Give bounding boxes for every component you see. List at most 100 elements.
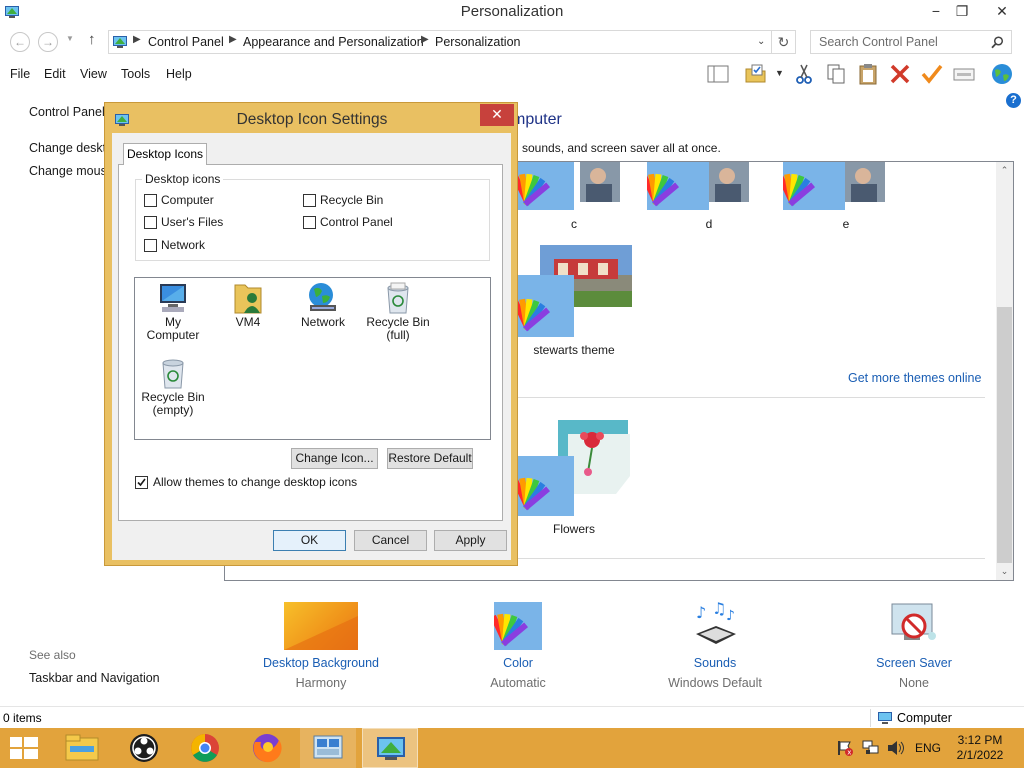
apply-button[interactable]: Apply [434,530,507,551]
globe-icon[interactable] [990,62,1014,86]
restore-default-button[interactable]: Restore Default [387,448,473,469]
recycle-bin-checkbox[interactable] [303,194,316,207]
taskbar-navigation-link[interactable]: Taskbar and Navigation [29,671,160,685]
icon-item-recycle-bin-full[interactable]: Recycle Bin (full) [362,280,434,342]
taskbar-app-personalization[interactable] [362,728,418,768]
desktop-icon-list[interactable]: My Computer VM4 Network Recycle Bin (ful… [134,277,491,440]
theme-stewarts-thumbnail[interactable] [512,245,634,337]
desktop-background-link[interactable]: Desktop Background [246,656,396,670]
breadcrumb-appearance[interactable]: Appearance and Personalization [243,35,424,49]
address-bar[interactable]: ▶ Control Panel ▶ Appearance and Persona… [108,30,772,54]
get-more-themes-link[interactable]: Get more themes online [848,371,981,385]
users-files-checkbox[interactable] [144,216,157,229]
ok-button[interactable]: OK [273,530,346,551]
search-input[interactable]: Search Control Panel [810,30,1012,54]
computer-checkbox[interactable] [144,194,157,207]
menu-edit[interactable]: Edit [44,67,66,81]
icon-item-network[interactable]: Network [287,280,359,329]
desktop-background-thumbnail[interactable] [284,602,358,650]
refresh-button[interactable]: ↻ [772,30,796,54]
search-icon[interactable] [991,36,1004,49]
action-center-flag-icon[interactable]: x [836,740,854,756]
taskbar-app-firefox[interactable] [239,728,295,768]
input-language-indicator[interactable]: ENG [915,741,941,755]
icon-item-vm4[interactable]: VM4 [212,280,284,329]
system-clock[interactable]: 3:12 PM 2/1/2022 [950,733,1010,763]
taskbar-app-file-explorer[interactable] [54,728,110,768]
theme-flowers-label[interactable]: Flowers [514,522,634,536]
users-files-checkbox-label[interactable]: User's Files [161,215,223,229]
panel-icon[interactable] [952,62,976,86]
theme-e-thumbnail[interactable] [777,162,903,210]
scroll-up-icon[interactable]: ⌃ [996,162,1013,179]
scrollbar-thumb[interactable] [997,307,1012,563]
change-mouse-pointers-link[interactable]: Change mous [29,164,107,178]
theme-c-thumbnail[interactable] [512,162,638,210]
theme-list-scrollbar[interactable]: ⌃ ⌄ [996,162,1013,580]
network-checkbox[interactable] [144,239,157,252]
theme-e-label[interactable]: e [786,217,906,231]
volume-icon[interactable] [886,740,904,756]
network-icon[interactable] [862,740,880,756]
breadcrumb-control-panel[interactable]: Control Panel [148,35,224,49]
recycle-bin-full-icon [387,282,409,314]
folder-check-icon[interactable] [744,62,768,86]
computer-checkbox-label[interactable]: Computer [161,193,214,207]
recent-locations-dropdown[interactable]: ▼ [66,34,74,43]
taskbar-app-control-panel[interactable] [300,728,356,768]
scroll-down-icon[interactable]: ⌄ [996,563,1013,580]
allow-themes-label[interactable]: Allow themes to change desktop icons [153,475,357,489]
theme-d-thumbnail[interactable] [641,162,767,210]
start-windows-icon[interactable] [10,737,38,759]
theme-stewarts-label[interactable]: stewarts theme [514,343,634,357]
color-icon[interactable] [490,602,542,650]
taskbar-app-chrome[interactable] [177,728,233,768]
breadcrumb-separator: ▶ [229,34,237,45]
screen-saver-icon[interactable] [888,600,940,650]
forward-button[interactable]: → [38,32,58,52]
change-icon-button[interactable]: Change Icon... [291,448,378,469]
sounds-icon[interactable]: ♪ ♫ ♪ [690,599,740,650]
menu-help[interactable]: Help [166,67,192,81]
restore-button[interactable]: ❐ [948,0,976,22]
control-panel-home-link[interactable]: Control Panel [29,105,105,119]
dialog-close-button[interactable]: ✕ [480,104,514,126]
theme-d-label[interactable]: d [649,217,769,231]
menu-tools[interactable]: Tools [121,67,150,81]
paste-icon[interactable] [856,62,880,86]
control-panel-checkbox[interactable] [303,216,316,229]
icon-item-label: Network [300,315,345,329]
tab-panel: Desktop icons Computer Recycle Bin User'… [118,164,503,521]
help-icon[interactable]: ? [1006,93,1021,108]
dropdown-icon[interactable]: ▼ [775,68,784,78]
properties-check-icon[interactable] [920,62,944,86]
close-button[interactable]: ✕ [988,0,1016,22]
icon-item-recycle-bin-empty[interactable]: Recycle Bin (empty) [137,355,209,417]
up-button[interactable]: ↑ [88,31,96,48]
menu-view[interactable]: View [80,67,107,81]
minimize-button[interactable]: − [922,0,950,22]
taskbar-app-obs[interactable] [116,728,172,768]
breadcrumb-personalization[interactable]: Personalization [435,35,520,49]
network-checkbox-label[interactable]: Network [161,238,205,252]
screen-saver-link[interactable]: Screen Saver [839,656,989,670]
sounds-link[interactable]: Sounds [640,656,790,670]
address-dropdown-icon[interactable]: ⌄ [757,36,765,47]
change-desktop-icons-link[interactable]: Change deskto [29,141,113,155]
copy-icon[interactable] [824,62,848,86]
color-link[interactable]: Color [443,656,593,670]
control-panel-checkbox-label[interactable]: Control Panel [320,215,393,229]
cancel-button[interactable]: Cancel [354,530,427,551]
tab-desktop-icons[interactable]: Desktop Icons [123,143,207,165]
theme-c-label[interactable]: c [514,217,634,231]
delete-icon[interactable] [888,62,912,86]
back-button[interactable]: ← [10,32,30,52]
menu-file[interactable]: File [10,67,30,81]
icon-item-my-computer[interactable]: My Computer [137,280,209,342]
layout-icon[interactable] [706,62,730,86]
recycle-bin-checkbox-label[interactable]: Recycle Bin [320,193,383,207]
theme-flowers-thumbnail[interactable] [512,420,634,516]
cut-icon[interactable] [792,62,816,86]
allow-themes-checkbox[interactable] [135,476,148,489]
taskbar: x ENG 3:12 PM 2/1/2022 [0,728,1024,768]
